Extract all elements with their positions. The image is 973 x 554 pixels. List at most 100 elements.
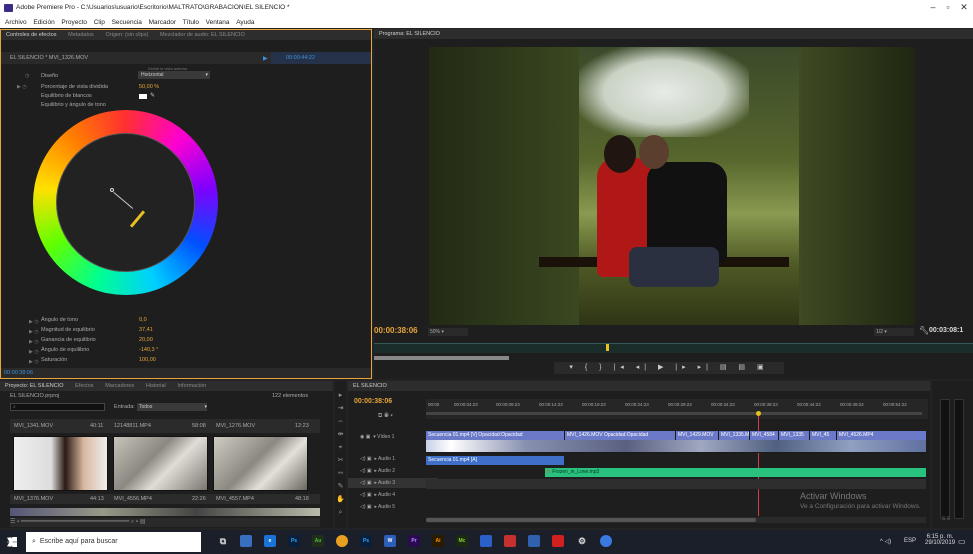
illustrator-icon[interactable]: Ai — [432, 535, 444, 547]
tools-panel[interactable]: ▸ ⇥ ⇔ ⇹ ⌖ ✂ ⇿ ✎ ✋ ⌕ — [335, 381, 346, 528]
track-header-audio2[interactable]: ◁) ▣ ▸ Audio 2 — [348, 466, 438, 476]
photoshop-icon[interactable]: Ps — [288, 535, 300, 547]
zoom-dropdown[interactable]: 50% ▾ — [428, 328, 468, 336]
video-clip[interactable]: MVI_1426.MOV Opacidad:Opacidad — [565, 431, 675, 440]
chrome-icon[interactable] — [336, 535, 348, 547]
quality-dropdown[interactable]: 1/2 ▾ — [874, 328, 914, 336]
video-clip[interactable]: Secuencia 01.mp4 [V] Opacidad:Opacidad — [426, 431, 564, 440]
maximize-button[interactable]: ▫ — [941, 2, 955, 12]
tab-effect-controls[interactable]: Controles de efectos — [1, 30, 61, 40]
time-ruler[interactable]: 00:00 00:00:04:23 00:00:09:23 00:00:14:2… — [426, 399, 928, 419]
app-icon-2[interactable] — [480, 535, 492, 547]
video-clip[interactable]: MVI_1335.M — [719, 431, 749, 440]
bin-item-name[interactable]: MVI_4557.MP4 — [216, 496, 254, 502]
app-icon-5[interactable] — [600, 535, 612, 547]
playhead-marker[interactable] — [606, 344, 609, 351]
split-percentage-value[interactable]: 50,00 % — [139, 84, 159, 90]
windows-start-icon[interactable] — [7, 537, 17, 547]
wrench-icon[interactable]: 🔧︎ — [919, 326, 929, 335]
taskbar-search-input[interactable]: ⌕ Escribe aquí para buscar — [26, 532, 201, 552]
bin-item-name[interactable]: MVI_1276.MOV — [216, 423, 255, 429]
project-search-input[interactable]: ⌕ — [10, 403, 105, 411]
menu-ventana[interactable]: Ventana — [206, 19, 230, 26]
settings-icon[interactable]: ⚙ — [576, 535, 588, 547]
program-scrubber[interactable] — [374, 343, 973, 353]
video-clip[interactable]: MVI_4526.MP4 — [837, 431, 926, 440]
expand-arrow-icon[interactable]: ▶ ◷ — [17, 84, 27, 90]
bin-item-name[interactable]: MVI_4556.MP4 — [114, 496, 152, 502]
thumbnail-clip[interactable] — [113, 436, 208, 491]
audition-icon[interactable]: Au — [312, 535, 324, 547]
menu-ayuda[interactable]: Ayuda — [236, 19, 254, 26]
minimize-button[interactable]: – — [926, 2, 940, 12]
tab-history[interactable]: Historial — [141, 381, 171, 391]
video-clip[interactable]: MVI_4584 — [750, 431, 778, 440]
close-button[interactable]: ✕ — [957, 2, 971, 13]
timeline-scrollbar[interactable] — [426, 517, 926, 523]
language-indicator[interactable]: ESP — [904, 538, 916, 544]
property-stopwatch-icons[interactable]: ▶ ◷ ▶ ◷ ▶ ◷ ▶ ◷ ▶ ◷ — [29, 317, 39, 367]
app-icon-1[interactable] — [240, 535, 252, 547]
app-icon-4[interactable] — [528, 535, 540, 547]
notifications-icon[interactable]: ▭ — [958, 537, 966, 546]
tab-project[interactable]: Proyecto: EL SILENCIO — [0, 381, 69, 391]
play-clip-icon[interactable]: ▶ — [263, 55, 268, 62]
video-clip[interactable]: MVI_1335 — [779, 431, 809, 440]
track-header-audio4[interactable]: ◁) ▣ ▸ Audio 4 — [348, 490, 438, 500]
white-balance-swatch[interactable] — [139, 94, 147, 99]
angle-handle[interactable] — [129, 210, 146, 228]
tab-info[interactable]: Información — [172, 381, 211, 391]
app-icon-mc[interactable]: Mc — [456, 535, 468, 547]
clock[interactable]: 6:15 p. m. 29/10/2019 — [925, 534, 955, 546]
task-view-icon[interactable]: ⧉ — [217, 535, 229, 547]
edge-icon[interactable]: e — [264, 535, 276, 547]
menu-secuencia[interactable]: Secuencia — [112, 19, 142, 26]
thumbnail-clip[interactable] — [213, 436, 308, 491]
video-clip[interactable]: MVI_45 — [810, 431, 836, 440]
track-header-audio5[interactable]: ◁) ▣ ▸ Audio 5 — [348, 502, 438, 512]
layout-dropdown[interactable]: Horizontal ▾ — [138, 71, 210, 79]
bin-item-name[interactable]: 12148811.MP4 — [114, 423, 151, 429]
track-header-video1[interactable]: ◉ ▣ ▾ Vídeo 1 — [348, 433, 438, 451]
stopwatch-icon[interactable]: ◷ — [25, 73, 29, 79]
tab-markers[interactable]: Marcadores — [100, 381, 139, 391]
app-icon-3[interactable] — [504, 535, 516, 547]
transport-controls[interactable]: ▾ { } |◂ ◂| ▶ |▸ ▸| ▤ ▤ ▣ — [554, 362, 784, 374]
word-icon[interactable]: W — [384, 535, 396, 547]
meter-solo-buttons[interactable]: S S — [942, 516, 950, 522]
thumbnail-clip[interactable] — [13, 436, 108, 491]
snap-tools[interactable]: ⧉ ◉ ▾ — [378, 413, 393, 420]
eyedropper-icon[interactable]: ✎ — [150, 92, 155, 99]
video-clip[interactable]: MVI_1429.MOV — [676, 431, 718, 440]
tab-metadata[interactable]: Metadatos — [63, 30, 99, 40]
menu-archivo[interactable]: Archivo — [5, 19, 27, 26]
track-header-audio3[interactable]: ◁) ▣ ▸ Audio 3 — [348, 478, 438, 488]
tab-sequence[interactable]: EL SILENCIO — [348, 381, 392, 391]
menu-titulo[interactable]: Título — [183, 19, 199, 26]
audio2-clip[interactable]: fx Frozen_in_Love.mp3 — [545, 468, 926, 477]
tray-icons[interactable]: ^ ◁) — [880, 538, 891, 545]
menu-edicion[interactable]: Edición — [33, 19, 54, 26]
balance-angle-value[interactable]: -140,3 ° — [139, 347, 158, 353]
input-dropdown[interactable]: Todos ▾ — [137, 403, 207, 411]
balance-gain-value[interactable]: 20,00 — [139, 337, 153, 343]
track-header-audio1[interactable]: ◁) ▣ ▸ Audio 1 — [348, 454, 438, 464]
balance-magnitude-value[interactable]: 37,41 — [139, 327, 153, 333]
program-zoom-bar[interactable] — [374, 356, 509, 360]
tab-effects[interactable]: Efectos — [70, 381, 98, 391]
color-wheel[interactable] — [33, 110, 218, 295]
tab-source[interactable]: Origen: (sin clips) — [100, 30, 153, 40]
saturation-value[interactable]: 100,00 — [139, 357, 156, 363]
tab-audio-mixer[interactable]: Mezclador de audio: EL SILENCIO — [155, 30, 250, 40]
menu-marcador[interactable]: Marcador — [149, 19, 176, 26]
project-bottom-bar[interactable]: ☰ ▪ ━━━━━━━━━━━━━━━━━━━━━━━━━━━━━━ ⌕ ▪ ▤ — [10, 518, 320, 527]
tab-program[interactable]: Programa: EL SILENCIO — [374, 29, 445, 39]
hue-angle-value[interactable]: 0,0 — [139, 317, 147, 323]
bin-item-name[interactable]: MVI_1341.MOV — [14, 423, 53, 429]
acrobat-icon[interactable] — [552, 535, 564, 547]
photoshop-icon-2[interactable]: Ps — [360, 535, 372, 547]
audio1-clip[interactable]: Secuencia 01.mp4 [A] — [426, 456, 564, 465]
premiere-taskbar-icon[interactable]: Pr — [408, 535, 420, 547]
menu-proyecto[interactable]: Proyecto — [61, 19, 87, 26]
bin-item-name[interactable]: MVI_1376.MOV — [14, 496, 53, 502]
